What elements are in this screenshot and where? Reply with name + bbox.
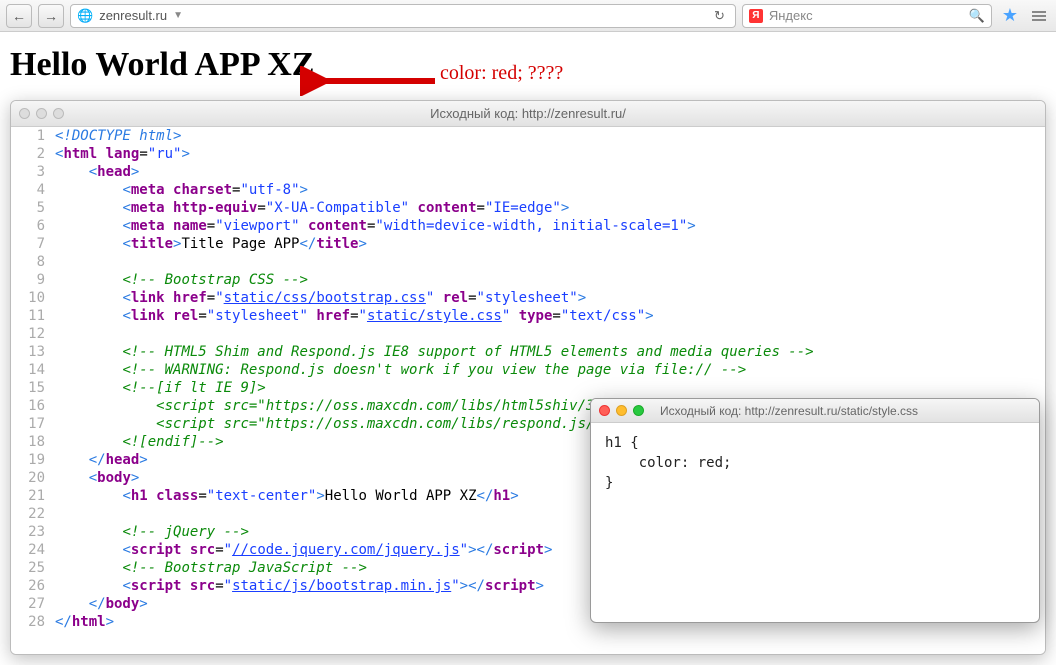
menu-button[interactable] [1028,11,1050,21]
url-bar[interactable]: 🌐 zenresult.ru ▼ ↻ [70,4,736,28]
code-line: 13 <!-- HTML5 Shim and Respond.js IE8 su… [11,343,1045,361]
search-placeholder: Яндекс [769,8,813,23]
close-icon[interactable] [599,405,610,416]
code-line: 15 <!--[if lt IE 9]> [11,379,1045,397]
forward-button[interactable]: → [38,4,64,28]
code-line: 7 <title>Title Page APP</title> [11,235,1045,253]
minimize-icon[interactable] [616,405,627,416]
source-titlebar[interactable]: Исходный код: http://zenresult.ru/ [11,101,1045,127]
annotation-text: color: red; ???? [440,62,563,85]
chevron-down-icon[interactable]: ▼ [173,10,187,21]
stylesheet-window-title: Исходный код: http://zenresult.ru/static… [652,404,918,418]
code-line: 12 [11,325,1045,343]
code-line: 4 <meta charset="utf-8"> [11,181,1045,199]
bookmark-star-icon[interactable]: ★ [998,5,1022,26]
maximize-icon[interactable] [633,405,644,416]
stylesheet-code: h1 { color: red; } [591,423,1039,503]
stylesheet-window: Исходный код: http://zenresult.ru/static… [590,398,1040,623]
back-button[interactable]: ← [6,4,32,28]
code-line: 11 <link rel="stylesheet" href="static/s… [11,307,1045,325]
arrow-left-icon: ← [12,8,26,24]
code-line: 10 <link href="static/css/bootstrap.css"… [11,289,1045,307]
code-line: 2<html lang="ru"> [11,145,1045,163]
search-bar[interactable]: Я Яндекс 🔍 [742,4,992,28]
source-window-title: Исходный код: http://zenresult.ru/ [11,106,1045,121]
code-line: 1<!DOCTYPE html> [11,127,1045,145]
code-line: 8 [11,253,1045,271]
stylesheet-titlebar[interactable]: Исходный код: http://zenresult.ru/static… [591,399,1039,423]
globe-icon: 🌐 [77,8,93,24]
window-controls [591,405,652,416]
arrow-annotation-icon [300,66,440,96]
code-line: 9 <!-- Bootstrap CSS --> [11,271,1045,289]
url-text: zenresult.ru [99,8,167,23]
reload-button[interactable]: ↻ [710,8,729,24]
search-icon: 🔍 [969,8,985,24]
code-line: 14 <!-- WARNING: Respond.js doesn't work… [11,361,1045,379]
browser-toolbar: ← → 🌐 zenresult.ru ▼ ↻ Я Яндекс 🔍 ★ [0,0,1056,32]
arrow-right-icon: → [44,8,58,24]
yandex-icon: Я [749,9,763,23]
code-line: 3 <head> [11,163,1045,181]
code-line: 5 <meta http-equiv="X-UA-Compatible" con… [11,199,1045,217]
code-line: 6 <meta name="viewport" content="width=d… [11,217,1045,235]
